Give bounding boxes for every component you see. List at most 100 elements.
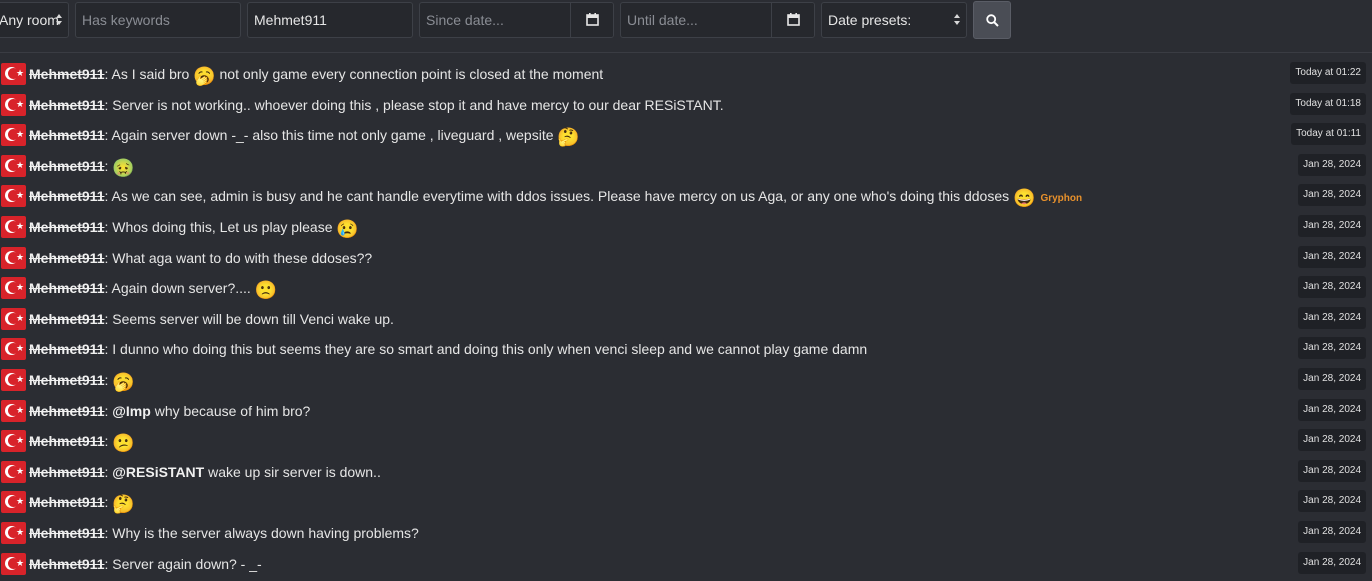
message-separator: :: [104, 280, 112, 297]
emoji-icon: 🥱: [112, 371, 135, 392]
message-line: Mehmet911: 🤢: [29, 156, 135, 178]
message-timestamp: Jan 28, 2024: [1298, 551, 1366, 574]
message-row: ★ Mehmet911: 🤢 Jan 28, 2024: [0, 150, 1372, 181]
message-text: Seems server will be down till Venci wak…: [112, 310, 394, 327]
user-mention[interactable]: @RESiSTANT: [112, 464, 204, 480]
message-line: Mehmet911: Server is not working.. whoev…: [29, 95, 724, 115]
date-presets-value: Date presets:: [828, 12, 912, 28]
message-username[interactable]: Mehmet911: [29, 311, 104, 327]
message-text: Again down server?....: [111, 280, 255, 297]
message-row: ★ Mehmet911: 😕 Jan 28, 2024: [0, 425, 1372, 456]
select-arrow-icon: [56, 12, 64, 28]
message-text: wake up sir server is down..: [204, 463, 381, 480]
message-line: Mehmet911: Again down server?.... 🙁: [29, 278, 277, 300]
turkey-flag-icon: ★: [1, 63, 26, 85]
message-list: ★ Mehmet911: As I said bro 🥱 not only gam…: [0, 58, 1372, 578]
since-date-placeholder: Since date...: [426, 12, 504, 28]
message-line: Mehmet911: @RESiSTANT wake up sir server…: [29, 462, 381, 482]
message-timestamp: Jan 28, 2024: [1298, 367, 1366, 390]
message-row: ★ Mehmet911: As we can see, admin is busy…: [0, 180, 1372, 211]
message-timestamp: Today at 01:18: [1290, 92, 1366, 115]
since-date-input[interactable]: Since date...: [419, 2, 614, 38]
room-select[interactable]: Any room: [0, 2, 69, 38]
emoji-icon: 🤔: [557, 127, 580, 148]
turkey-flag-icon: ★: [1, 521, 26, 544]
emoji-icon: 😕: [112, 433, 135, 454]
message-text: As we can see, admin is busy and he cant…: [111, 188, 1014, 205]
user-input-value: Mehmet911: [254, 12, 327, 28]
message-username[interactable]: Mehmet911: [29, 433, 104, 449]
message-line: Mehmet911: Why is the server always down…: [29, 523, 419, 543]
until-calendar-button[interactable]: [771, 3, 814, 37]
message-username[interactable]: Mehmet911: [29, 280, 104, 296]
message-text: What aga want to do with these ddoses??: [112, 249, 373, 266]
message-timestamp: Jan 28, 2024: [1298, 429, 1366, 452]
message-timestamp: Jan 28, 2024: [1298, 184, 1366, 207]
message-timestamp: Jan 28, 2024: [1298, 459, 1366, 482]
turkey-flag-icon: ★: [1, 215, 26, 238]
message-timestamp: Jan 28, 2024: [1298, 337, 1366, 360]
message-line: Mehmet911: 🥱: [29, 370, 135, 392]
message-row: ★ Mehmet911: Seems server will be down ti…: [0, 303, 1372, 334]
message-timestamp: Jan 28, 2024: [1298, 306, 1366, 329]
message-username[interactable]: Mehmet911: [29, 250, 104, 266]
turkey-flag-icon: ★: [1, 185, 26, 208]
message-timestamp: Jan 28, 2024: [1298, 398, 1366, 421]
message-row: ★ Mehmet911: 🥱 Jan 28, 2024: [0, 364, 1372, 395]
turkey-flag-icon: ★: [1, 399, 26, 422]
message-row: ★ Mehmet911: @RESiSTANT wake up sir serve…: [0, 456, 1372, 487]
emoji-icon: 🙁: [254, 280, 278, 301]
emoji-icon: 😄: [1013, 188, 1036, 209]
message-separator: :: [104, 188, 112, 205]
message-username[interactable]: Mehmet911: [29, 525, 104, 541]
message-timestamp: Jan 28, 2024: [1298, 276, 1366, 299]
message-line: Mehmet911: I dunno who doing this but se…: [29, 339, 867, 359]
message-row: ★ Mehmet911: What aga want to do with the…: [0, 242, 1372, 273]
search-button[interactable]: [973, 1, 1011, 39]
message-text: Whos doing this, Let us play please: [112, 218, 337, 235]
calendar-icon: [787, 13, 800, 26]
since-calendar-button[interactable]: [570, 3, 613, 37]
until-date-placeholder: Until date...: [627, 12, 698, 28]
user-tag[interactable]: Gryphon: [1040, 193, 1082, 204]
message-username[interactable]: Mehmet911: [29, 127, 104, 143]
message-username[interactable]: Mehmet911: [29, 403, 104, 419]
user-input[interactable]: Mehmet911: [247, 2, 413, 38]
message-line: Mehmet911: What aga want to do with thes…: [29, 248, 372, 268]
room-select-value: Any room: [0, 12, 59, 28]
message-timestamp: Jan 28, 2024: [1298, 214, 1366, 237]
until-date-input[interactable]: Until date...: [620, 2, 815, 38]
keywords-input[interactable]: Has keywords: [75, 2, 241, 38]
message-row: ★ Mehmet911: Server is not working.. whoe…: [0, 89, 1372, 120]
turkey-flag-icon: ★: [1, 124, 26, 147]
message-username[interactable]: Mehmet911: [29, 341, 104, 357]
message-line: Mehmet911: 😕: [29, 431, 135, 453]
message-username[interactable]: Mehmet911: [29, 219, 104, 235]
message-line: Mehmet911: Again server down -_- also th…: [29, 125, 580, 147]
message-username[interactable]: Mehmet911: [29, 556, 104, 572]
emoji-icon: 🤔: [112, 494, 135, 515]
message-username[interactable]: Mehmet911: [29, 464, 104, 480]
message-username[interactable]: Mehmet911: [29, 158, 104, 174]
message-username[interactable]: Mehmet911: [29, 66, 104, 82]
turkey-flag-icon: ★: [1, 307, 26, 330]
message-line: Mehmet911: @Imp why because of him bro?: [29, 401, 310, 421]
message-username[interactable]: Mehmet911: [29, 188, 104, 204]
message-row: ★ Mehmet911: @Imp why because of him bro?…: [0, 395, 1372, 426]
user-mention[interactable]: @Imp: [112, 403, 151, 419]
date-presets-select[interactable]: Date presets:: [821, 2, 967, 38]
turkey-flag-icon: ★: [1, 491, 26, 514]
turkey-flag-icon: ★: [1, 246, 26, 269]
message-username[interactable]: Mehmet911: [29, 97, 104, 113]
message-row: ★ Mehmet911: Server again down? - _- Jan 2…: [0, 548, 1372, 579]
message-row: ★ Mehmet911: Again down server?.... 🙁 Jan …: [0, 272, 1372, 303]
message-line: Mehmet911: Seems server will be down til…: [29, 309, 394, 329]
message-username[interactable]: Mehmet911: [29, 494, 104, 510]
message-separator: :: [104, 66, 112, 82]
emoji-icon: 🤢: [112, 157, 135, 178]
message-line: Mehmet911: Whos doing this, Let us play …: [29, 217, 359, 239]
message-timestamp: Today at 01:22: [1290, 62, 1366, 84]
message-username[interactable]: Mehmet911: [29, 372, 104, 388]
message-line: Mehmet911: As we can see, admin is busy …: [29, 186, 1082, 209]
message-row: ★ Mehmet911: As I said bro 🥱 not only gam…: [0, 58, 1372, 89]
